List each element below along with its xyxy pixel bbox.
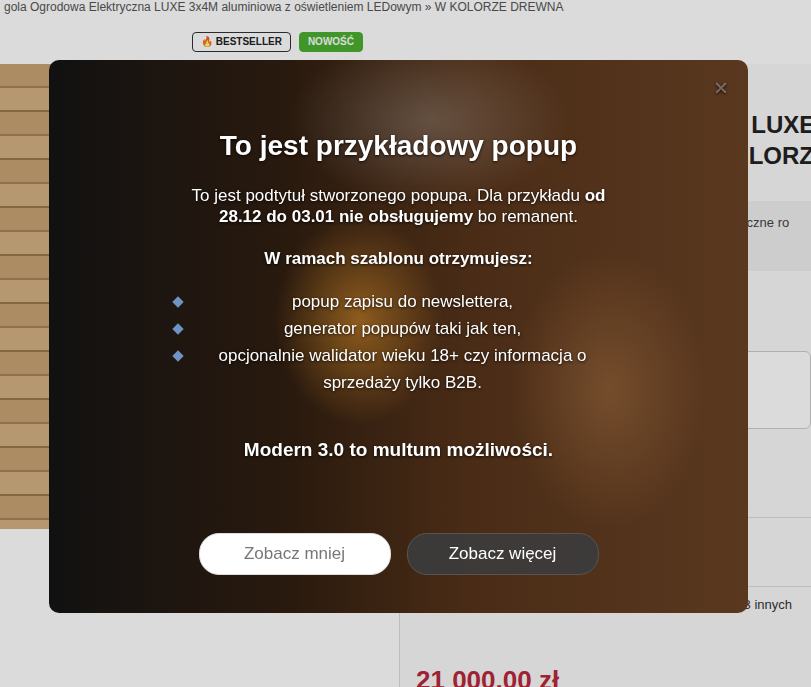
popup-subtitle: To jest podtytuł stworzonego popupa. Dla… — [169, 185, 629, 227]
subtitle-part: To jest podtytuł stworzonego popupa. Dla… — [192, 186, 585, 205]
see-more-button[interactable]: Zobacz więcej — [407, 533, 599, 575]
feature-item: popup zapisu do newslettera, — [174, 288, 624, 315]
feature-text: opcjonalnie walidator wieku 18+ czy info… — [182, 342, 624, 396]
feature-text: popup zapisu do newslettera, — [182, 288, 624, 315]
bullet-icon — [172, 350, 183, 361]
feature-list: popup zapisu do newslettera,generator po… — [174, 288, 624, 396]
subtitle-part: bo remanent. — [473, 207, 578, 226]
feature-item: generator popupów taki jak ten, — [174, 315, 624, 342]
list-heading: W ramach szablonu otrzymujesz: — [264, 248, 532, 269]
see-less-button[interactable]: Zobacz mniej — [199, 533, 391, 575]
tagline: Modern 3.0 to multum możliwości. — [244, 438, 553, 462]
popup: × To jest przykładowy popup To jest podtyt… — [49, 60, 748, 613]
bullet-icon — [172, 323, 183, 334]
popup-overlay[interactable]: × To jest przykładowy popup To jest podtyt… — [0, 0, 811, 687]
feature-text: generator popupów taki jak ten, — [182, 315, 624, 342]
feature-item: opcjonalnie walidator wieku 18+ czy info… — [174, 342, 624, 396]
bullet-icon — [172, 296, 183, 307]
button-row: Zobacz mniej Zobacz więcej — [199, 533, 599, 575]
close-button[interactable]: × — [714, 76, 728, 100]
popup-title: To jest przykładowy popup — [220, 129, 577, 163]
